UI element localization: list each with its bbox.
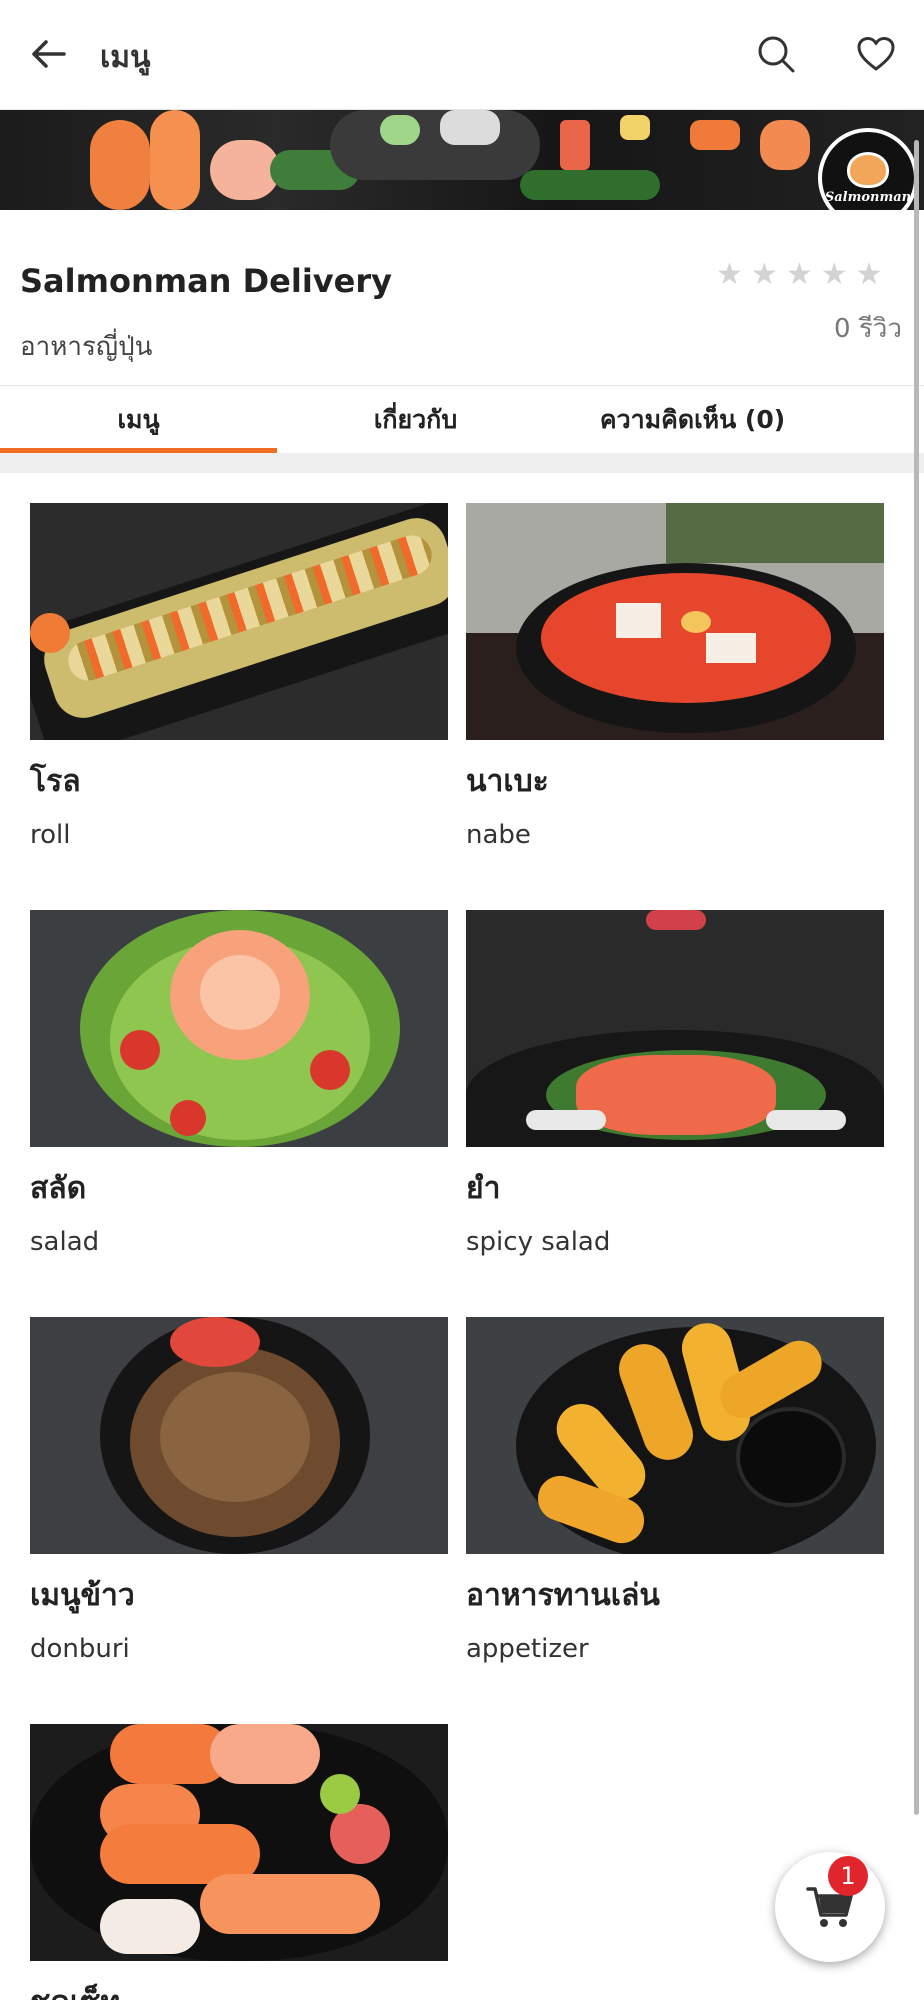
review-count[interactable]: 0 รีวิว: [834, 308, 902, 349]
store-name: Salmonman Delivery: [20, 262, 392, 300]
rating-stars: ★ ★ ★ ★ ★: [716, 260, 883, 290]
category-name-th: เมนูข้าว: [30, 1578, 135, 1613]
star-icon: ★: [716, 257, 743, 292]
page-title: เมนู: [100, 40, 151, 75]
menu-category-card[interactable]: เมนูข้าว donburi: [30, 1317, 448, 1664]
menu-category-card[interactable]: โรล roll: [30, 503, 448, 850]
category-name-en: roll: [30, 820, 71, 850]
tab-reviews[interactable]: ความคิดเห็น (0): [554, 386, 831, 454]
category-name-en: nabe: [466, 820, 531, 850]
search-icon[interactable]: [750, 28, 802, 80]
category-image-salad: [30, 910, 448, 1147]
menu-category-card[interactable]: สลัด salad: [30, 910, 448, 1257]
app-bar: เมนู: [0, 0, 924, 110]
category-name-th: นาเบะ: [466, 764, 549, 799]
category-name-th: ยำ: [466, 1171, 501, 1206]
menu-category-card[interactable]: ยำ spicy salad: [466, 910, 884, 1257]
menu-category-card[interactable]: ชุดเซ็ท: [30, 1724, 448, 2000]
store-banner-image: [0, 110, 924, 210]
category-image-nabe: [466, 503, 884, 740]
scrollbar[interactable]: [914, 140, 919, 1815]
category-name-th: อาหารทานเล่น: [466, 1578, 660, 1613]
category-image-set: [30, 1724, 448, 1961]
back-arrow-icon[interactable]: [22, 28, 74, 80]
category-image-donburi: [30, 1317, 448, 1554]
category-name-en: spicy salad: [466, 1227, 611, 1257]
category-image-spicy-salad: [466, 910, 884, 1147]
star-icon: ★: [820, 257, 848, 292]
heart-icon[interactable]: [850, 28, 902, 80]
category-image-roll: [30, 503, 448, 740]
category-name-en: donburi: [30, 1634, 130, 1664]
tab-menu[interactable]: เมนู: [0, 386, 277, 454]
category-name-th: ชุดเซ็ท: [30, 1979, 448, 2000]
cart-count-badge: 1: [828, 1856, 868, 1896]
menu-category-card[interactable]: นาเบะ nabe: [466, 503, 884, 850]
menu-category-card[interactable]: อาหารทานเล่น appetizer: [466, 1317, 884, 1664]
star-icon: ★: [750, 257, 778, 292]
menu-category-grid: โรล roll นาเบะ nabe สลัด salad ยำ spicy …: [0, 473, 924, 2000]
category-name-th: สลัด: [30, 1171, 87, 1206]
category-image-appetizer: [466, 1317, 884, 1554]
category-name-th: โรล: [30, 764, 81, 799]
store-info: Salmonman Delivery อาหารญี่ปุ่น ★ ★ ★ ★ …: [0, 210, 924, 385]
divider: [0, 453, 924, 473]
category-name-en: appetizer: [466, 1634, 589, 1664]
star-icon: ★: [855, 257, 883, 292]
star-icon: ★: [785, 257, 813, 292]
store-cuisine: อาหารญี่ปุ่น: [20, 332, 153, 362]
tab-bar: เมนู เกี่ยวกับ ความคิดเห็น (0): [0, 385, 924, 454]
logo-wordmark: Salmonman: [824, 189, 912, 205]
category-name-en: salad: [30, 1227, 100, 1257]
tab-about[interactable]: เกี่ยวกับ: [277, 386, 554, 454]
